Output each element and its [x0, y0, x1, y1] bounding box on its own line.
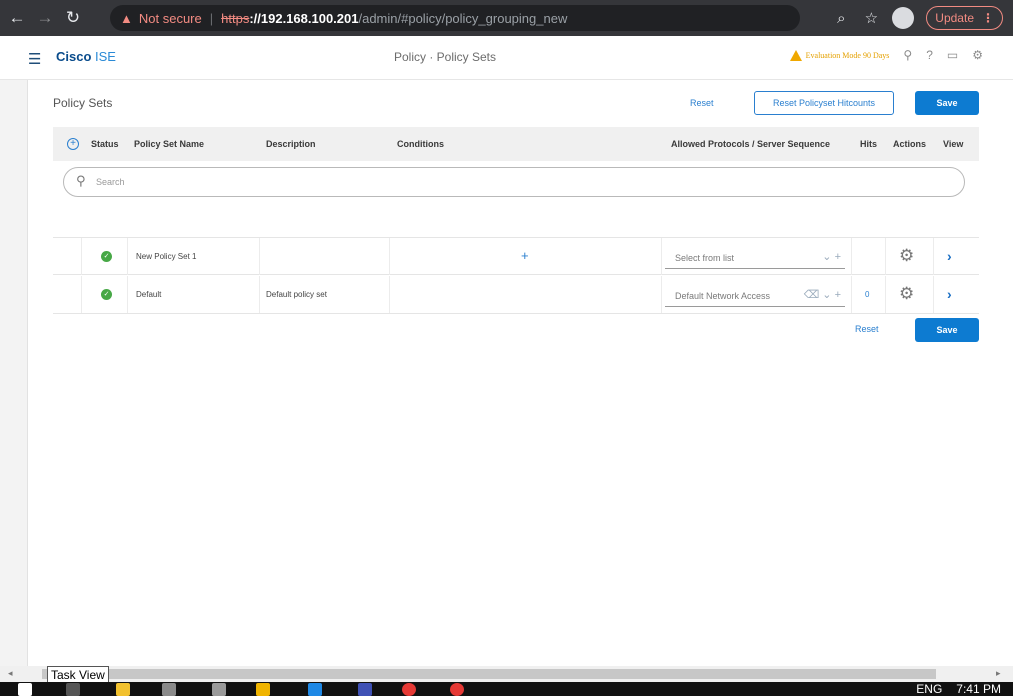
scroll-left-icon[interactable]: ◂	[8, 668, 13, 679]
search-icon: ⚲	[76, 173, 86, 188]
hits-count: 0	[865, 290, 870, 299]
view-chevron-right-icon[interactable]: ›	[947, 248, 952, 264]
table-header: + Status Policy Set Name Description Con…	[53, 127, 979, 161]
actions-gear-icon[interactable]: ⚙	[899, 246, 914, 266]
left-panel	[0, 80, 28, 666]
col-conditions[interactable]: Conditions	[397, 139, 444, 149]
col-view[interactable]: View	[943, 139, 963, 149]
update-label: Update	[935, 11, 974, 25]
actions-gear-icon[interactable]: ⚙	[899, 284, 914, 304]
status-enabled-icon[interactable]: ✓	[101, 289, 112, 300]
not-secure-label: Not secure	[138, 10, 202, 26]
clock[interactable]: 7:41 PM	[956, 682, 1001, 696]
search-placeholder: Search	[96, 177, 125, 187]
bookmark-star-icon[interactable]: ☆	[862, 9, 880, 27]
help-icon[interactable]: ?	[926, 48, 933, 62]
save-button[interactable]: Save	[915, 91, 979, 115]
view-chevron-right-icon[interactable]: ›	[947, 286, 952, 302]
warning-triangle-icon	[789, 49, 802, 61]
allowed-protocol-select[interactable]: Default Network Access ⌫ ⌄ +	[665, 283, 845, 307]
notifications-icon[interactable]: ▭	[947, 48, 958, 62]
address-bar[interactable]: ▲ Not secure | https://192.168.100.201/a…	[110, 5, 800, 31]
chevron-down-plus-icon[interactable]: ⌄ +	[822, 250, 841, 263]
select-value: Select from list	[675, 253, 735, 263]
chrome-icon[interactable]	[450, 683, 464, 696]
system-tray: ENG 7:41 PM	[916, 682, 1001, 696]
windows-start-icon[interactable]	[18, 683, 32, 696]
reset-button[interactable]: Reset	[690, 98, 714, 108]
windows-taskbar: ENG 7:41 PM	[0, 682, 1013, 696]
table-row[interactable]: ✓ New Policy Set 1 + Select from list ⌄ …	[53, 237, 979, 275]
url-host: ://192.168.100.201	[249, 10, 359, 26]
app-icon[interactable]	[162, 683, 176, 696]
col-actions[interactable]: Actions	[893, 139, 926, 149]
header-tools: Evaluation Mode 90 Days ⚲ ? ▭ ⚙	[789, 48, 983, 62]
add-policy-set-icon[interactable]: +	[67, 138, 79, 150]
menu-dots-icon: ⋮	[982, 11, 994, 25]
scroll-right-icon[interactable]: ▸	[996, 668, 1001, 679]
bottom-save-button[interactable]: Save	[915, 318, 979, 342]
scroll-thumb[interactable]	[42, 669, 936, 679]
task-view-icon[interactable]	[66, 683, 80, 696]
col-policy-set-name[interactable]: Policy Set Name	[134, 139, 204, 149]
horizontal-scrollbar[interactable]: ◂ ▸	[0, 666, 1013, 682]
hamburger-menu-icon[interactable]: ☰	[28, 50, 41, 68]
search-input[interactable]: ⚲ Search	[63, 167, 965, 197]
reload-icon[interactable]: ↻	[62, 7, 84, 29]
settings-gear-icon[interactable]: ⚙	[972, 48, 983, 62]
brand-logo[interactable]: Cisco ISE	[56, 49, 116, 64]
search-icon[interactable]: ⚲	[903, 48, 912, 62]
brand-ise: ISE	[91, 49, 116, 64]
evaluation-mode-badge[interactable]: Evaluation Mode 90 Days	[789, 49, 890, 61]
chrome-icon[interactable]	[402, 683, 416, 696]
profile-avatar[interactable]	[892, 7, 915, 29]
page-title: Policy Sets	[53, 96, 113, 110]
bottom-reset-button[interactable]: Reset	[855, 324, 879, 334]
policy-set-name[interactable]: Default	[136, 290, 161, 299]
col-hits[interactable]: Hits	[860, 139, 877, 149]
table-row[interactable]: ✓ Default Default policy set Default Net…	[53, 276, 979, 314]
policy-set-name[interactable]: New Policy Set 1	[136, 252, 196, 261]
policy-sets-table: + Status Policy Set Name Description Con…	[53, 127, 979, 314]
omnibox-separator: |	[209, 10, 214, 26]
url-path: /admin/#policy/policy_grouping_new	[358, 10, 568, 26]
select-value: Default Network Access	[675, 291, 771, 301]
status-enabled-icon[interactable]: ✓	[101, 251, 112, 262]
allowed-protocol-select[interactable]: Select from list ⌄ +	[665, 245, 845, 269]
brand-cisco: Cisco	[56, 49, 92, 64]
clear-chevron-plus-icon[interactable]: ⌫ ⌄ +	[804, 288, 841, 301]
zoom-icon[interactable]: ⌕	[832, 10, 850, 27]
app-icon[interactable]	[358, 683, 372, 696]
warning-icon: ▲	[120, 10, 133, 26]
language-indicator[interactable]: ENG	[916, 682, 942, 696]
policy-set-description: Default policy set	[266, 290, 327, 299]
add-condition-icon[interactable]: +	[521, 248, 529, 263]
page-breadcrumb: Policy · Policy Sets	[393, 50, 497, 64]
forward-icon[interactable]: →	[34, 7, 56, 29]
back-icon[interactable]: ←	[6, 7, 28, 29]
app-icon[interactable]	[308, 683, 322, 696]
file-explorer-icon[interactable]	[116, 683, 130, 696]
reset-hitcounts-button[interactable]: Reset Policyset Hitcounts	[754, 91, 894, 115]
browser-actions: ⌕ ☆ Update ⋮	[832, 5, 1003, 31]
col-description[interactable]: Description	[266, 139, 316, 149]
url-scheme: https	[221, 10, 250, 26]
col-allowed-protocols[interactable]: Allowed Protocols / Server Sequence	[671, 139, 830, 149]
update-button[interactable]: Update ⋮	[926, 6, 1003, 30]
app-icon[interactable]	[212, 683, 226, 696]
ise-app: ☰ Cisco ISE Policy · Policy Sets Evaluat…	[0, 36, 1013, 666]
app-header: ☰ Cisco ISE Policy · Policy Sets Evaluat…	[0, 36, 1013, 80]
eval-mode-text: Evaluation Mode 90 Days	[805, 50, 890, 60]
app-icon[interactable]	[256, 683, 270, 696]
col-status[interactable]: Status	[91, 139, 119, 149]
browser-toolbar: ← → ↻ ▲ Not secure | https://192.168.100…	[0, 0, 1013, 36]
